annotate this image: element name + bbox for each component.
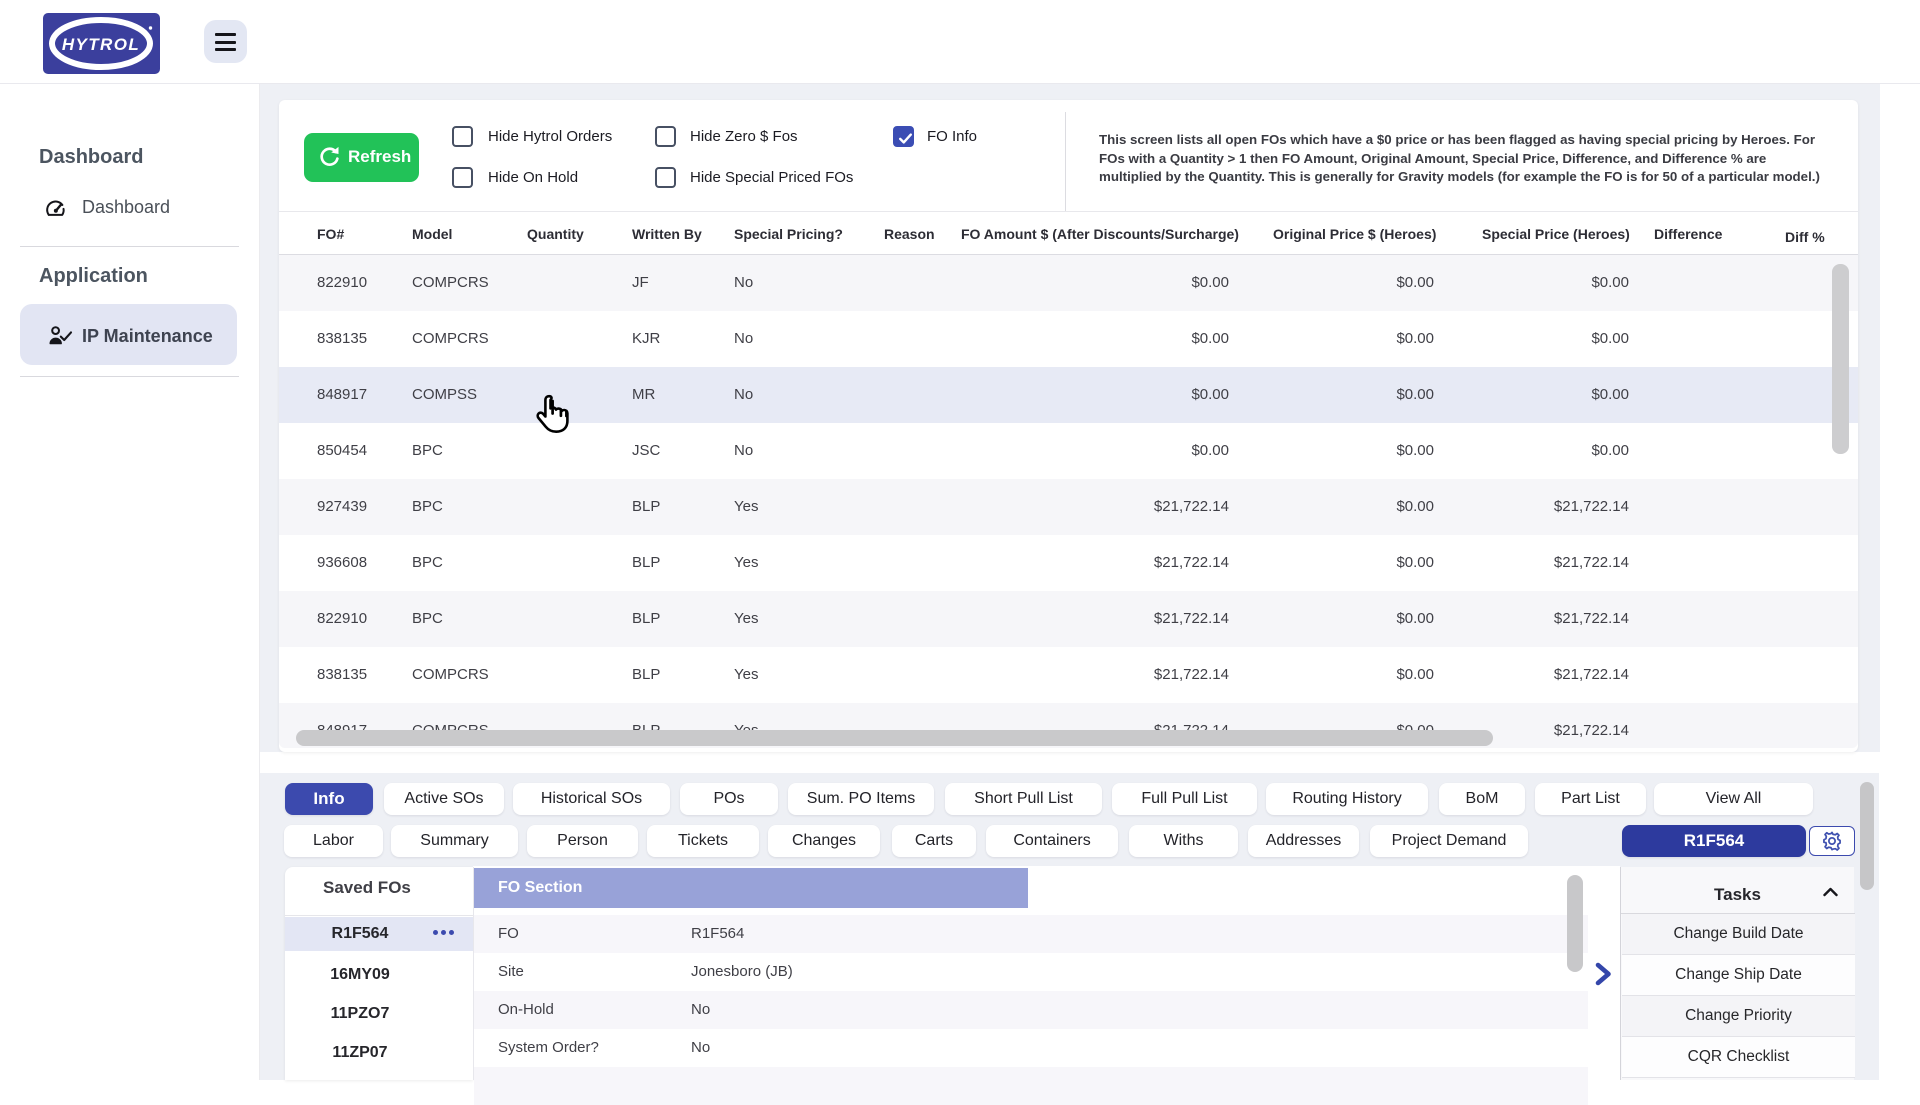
svg-text:HYTROL: HYTROL bbox=[62, 35, 140, 54]
